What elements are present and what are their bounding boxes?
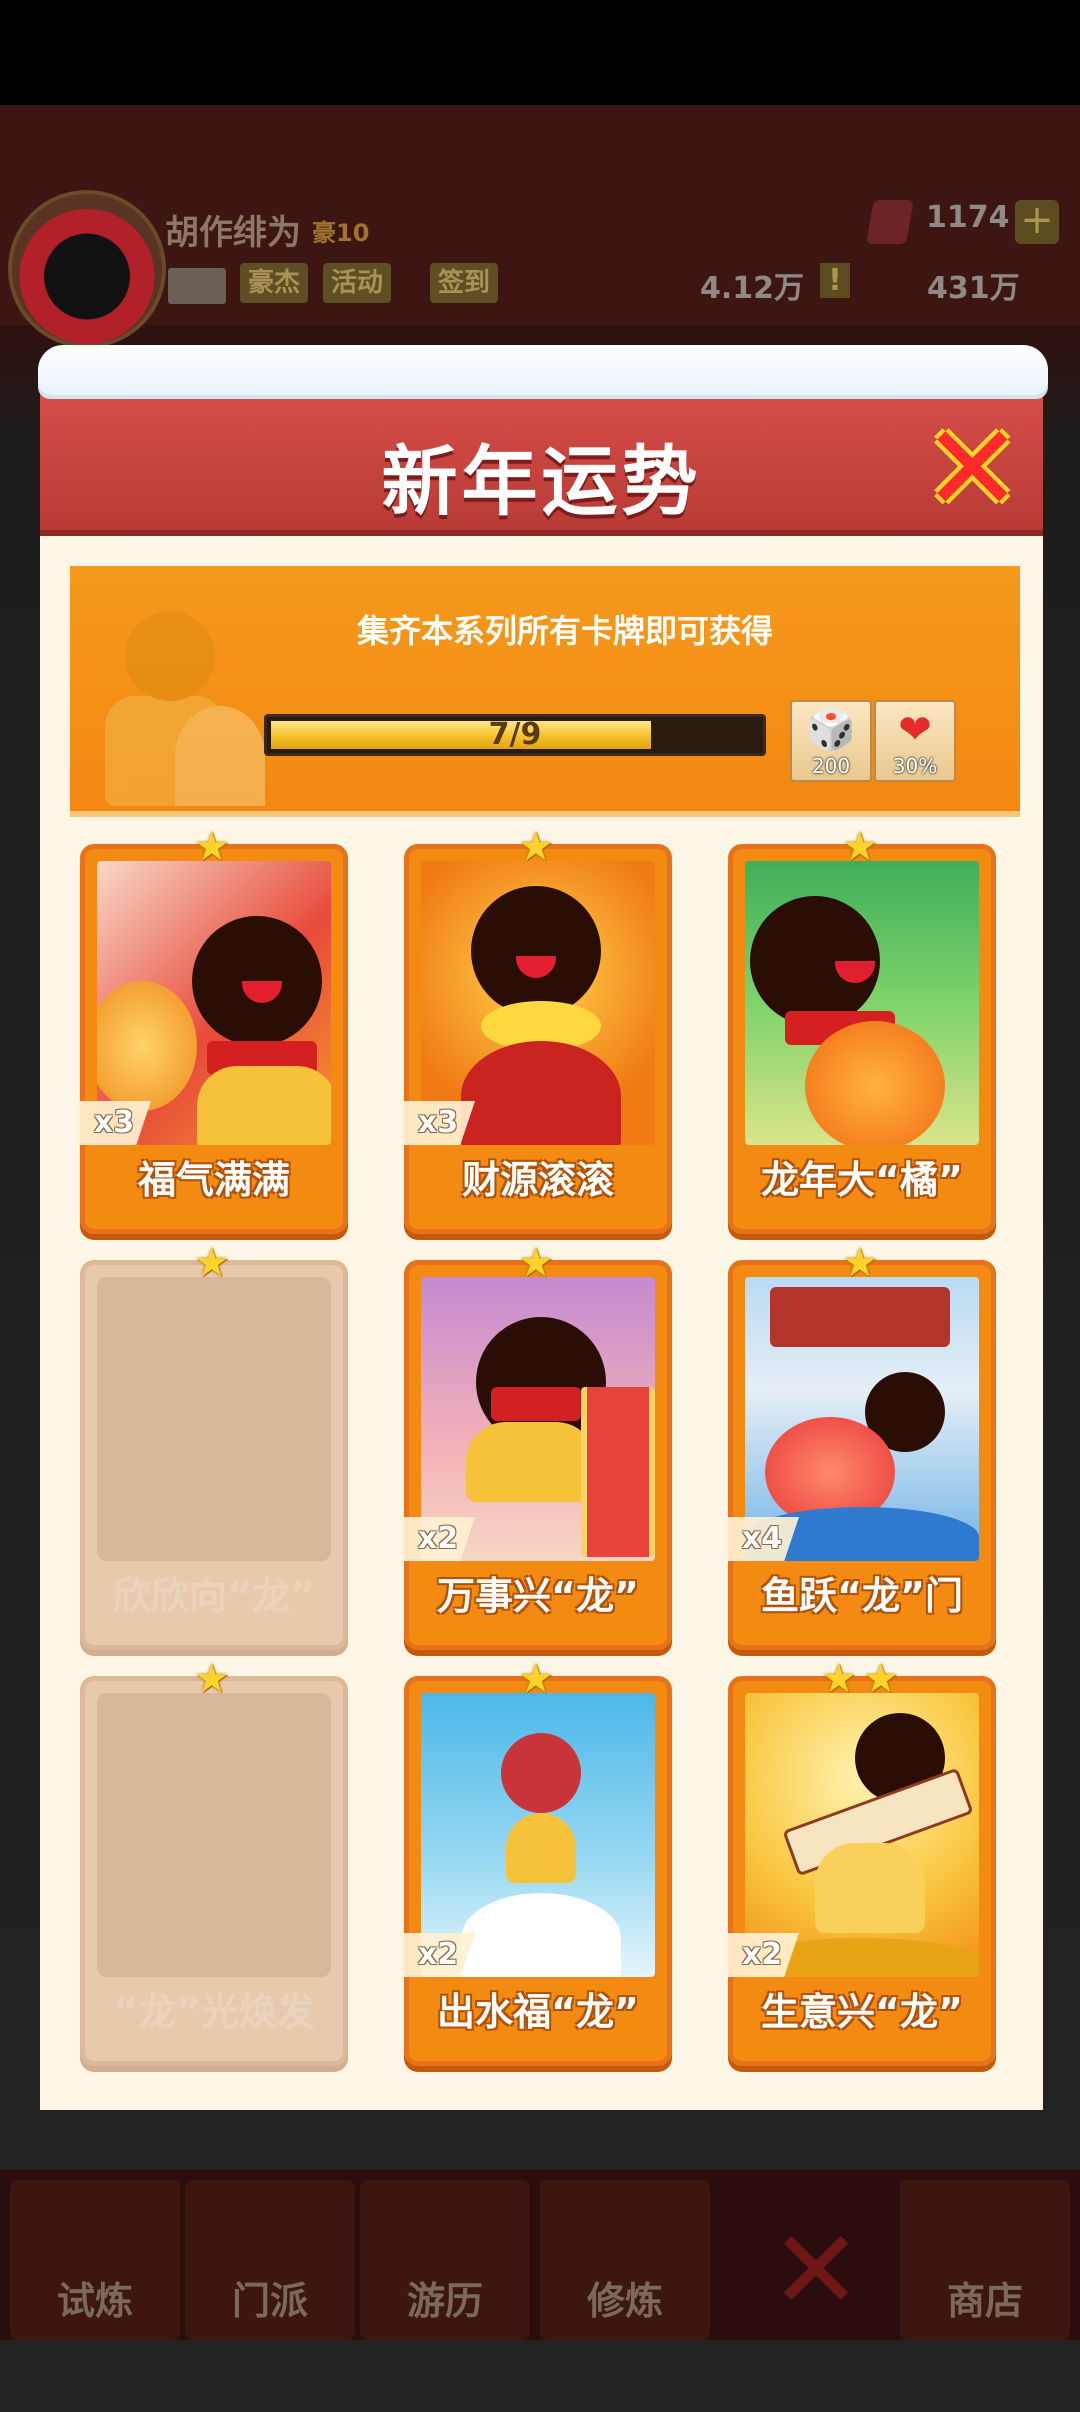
new-year-fortune-modal: 新年运势 ✕ 集齐本系列所有卡牌即可获得 7/9 🎲 200 ❤ 30% ★ x…: [38, 345, 1048, 2110]
nav-close-icon[interactable]: ✕: [770, 2215, 862, 2325]
star-icon: ★: [863, 1656, 899, 1702]
banner-text: 集齐本系列所有卡牌即可获得: [356, 612, 773, 650]
power-alert-button[interactable]: !: [820, 263, 850, 298]
card-art: [745, 861, 979, 1145]
gem-count: 1174: [926, 200, 1010, 235]
player-name: 胡作绯为: [165, 213, 301, 253]
snow-decoration: [38, 345, 1048, 395]
star-icon: ★: [842, 1240, 878, 1286]
card-dragon-radiant-locked[interactable]: ★ “龙”光焕发: [80, 1659, 348, 2066]
nav-label-travel: 游历: [406, 2279, 483, 2323]
card-name: 财源滚滚: [461, 1158, 614, 1202]
card-name: 福气满满: [137, 1158, 290, 1202]
nav-label-shop: 商店: [946, 2279, 1023, 2323]
card-name: “龙”光焕发: [113, 1990, 315, 2034]
card-wealth[interactable]: ★ x3 财源滚滚: [401, 827, 672, 1234]
modal-header: 新年运势 ✕: [40, 380, 1043, 536]
modal-body: 集齐本系列所有卡牌即可获得 7/9 🎲 200 ❤ 30% ★ x3 福气满满 …: [40, 536, 1043, 2110]
card-art-placeholder: [97, 1277, 331, 1561]
card-name: 生意兴“龙”: [761, 1990, 963, 2034]
nav-label-sect: 门派: [231, 2279, 308, 2323]
card-dragon-orange[interactable]: ★ 龙年大“橘”: [728, 827, 996, 1234]
card-fortune-full[interactable]: ★ x3 福气满满: [77, 827, 348, 1234]
star-icon: ★: [194, 1240, 230, 1286]
star-icon: ★: [821, 1656, 857, 1702]
star-icon: ★: [194, 1656, 230, 1702]
card-carp-dragon-gate[interactable]: ★ x4 鱼跃“龙”门: [725, 1243, 996, 1650]
star-icon: ★: [842, 824, 878, 870]
event-button[interactable]: 活动: [323, 263, 392, 303]
card-name: 鱼跃“龙”门: [761, 1574, 963, 1618]
collection-progress-bar: 7/9: [264, 714, 766, 756]
card-thriving-dragon-locked[interactable]: ★ 欣欣向“龙”: [80, 1243, 348, 1650]
checkin-button[interactable]: 签到: [430, 263, 499, 303]
card-business-dragon[interactable]: ★ ★ x2 生意兴“龙”: [725, 1659, 996, 2066]
collection-banner: 集齐本系列所有卡牌即可获得 7/9 🎲 200 ❤ 30%: [70, 566, 1020, 817]
card-name: 万事兴“龙”: [437, 1574, 639, 1618]
card-name: 欣欣向“龙”: [113, 1574, 315, 1618]
progress-label: 7/9: [488, 717, 542, 752]
card-name: 出水福“龙”: [437, 1990, 639, 2034]
star-icon: ★: [518, 1240, 554, 1286]
reward-heart-value: 30%: [892, 754, 938, 778]
star-icon: ★: [518, 1656, 554, 1702]
player-avatar[interactable]: [8, 190, 166, 348]
reward-dice[interactable]: 🎲 200: [790, 700, 872, 782]
hero-button[interactable]: 豪杰: [240, 263, 309, 303]
mail-icon[interactable]: [168, 268, 226, 304]
star-icon: ★: [518, 824, 554, 870]
status-bar: [0, 0, 1080, 105]
add-gems-button[interactable]: +: [1015, 200, 1059, 244]
card-name: 龙年大“橘”: [761, 1158, 963, 1202]
reward-heart[interactable]: ❤ 30%: [874, 700, 956, 782]
close-icon[interactable]: ✕: [922, 410, 1023, 530]
nav-label-trial: 试炼: [56, 2279, 133, 2323]
reward-dice-value: 200: [811, 754, 851, 778]
card-dragon-from-water[interactable]: ★ x2 出水福“龙”: [401, 1659, 672, 2066]
coin-value: 431万: [927, 271, 1020, 306]
card-prosperous-dragon[interactable]: ★ x2 万事兴“龙”: [401, 1243, 672, 1650]
star-icon: ★: [194, 824, 230, 870]
nav-label-cultivate: 修炼: [586, 2279, 663, 2323]
dice-icon: 🎲: [806, 707, 856, 753]
player-level: 豪10: [312, 219, 370, 247]
power-value: 4.12万: [700, 271, 805, 306]
gem-icon: [866, 200, 914, 244]
heart-icon: ❤: [898, 707, 932, 753]
card-art-placeholder: [97, 1693, 331, 1977]
modal-title: 新年运势: [381, 437, 702, 526]
